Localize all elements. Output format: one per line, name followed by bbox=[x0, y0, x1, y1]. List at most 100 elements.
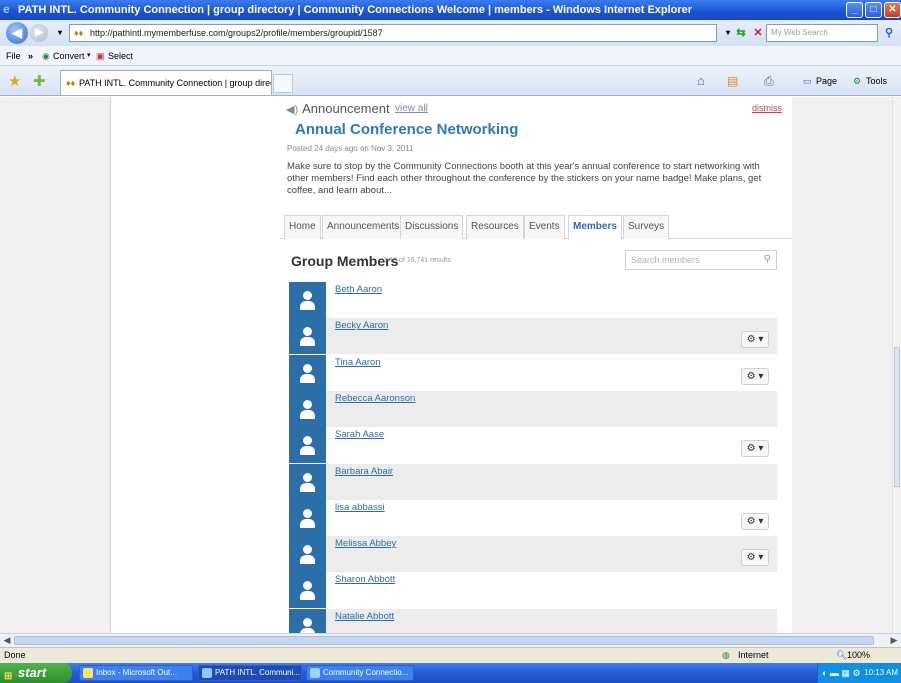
member-name-link[interactable]: Rebecca Aaronson bbox=[335, 393, 415, 404]
zoom-icon: 🔍︎ bbox=[836, 650, 848, 660]
page-menu[interactable]: Page bbox=[816, 72, 837, 90]
taskbar-item-outlook[interactable]: Inbox - Microsoft Out... bbox=[79, 665, 193, 681]
feeds-icon[interactable]: ▤ bbox=[727, 72, 738, 90]
ie-taskbar-icon bbox=[202, 668, 212, 678]
menu-file[interactable]: File bbox=[6, 46, 21, 66]
tools-icon: ⚙ bbox=[853, 76, 862, 86]
chevron-more-icon[interactable]: » bbox=[28, 46, 33, 66]
history-dropdown-icon[interactable]: ▾ bbox=[51, 24, 69, 42]
announcement-label: Announcement bbox=[302, 101, 390, 116]
avatar-head bbox=[303, 327, 312, 337]
gear-icon[interactable]: ⚙ ▾ bbox=[741, 512, 769, 530]
scroll-left-icon[interactable]: ◀ bbox=[1, 635, 13, 646]
tab-resources[interactable]: Resources bbox=[466, 215, 524, 239]
member-name-link[interactable]: Barbara Abair bbox=[335, 466, 393, 477]
dismiss-link[interactable]: dismiss bbox=[752, 103, 782, 113]
announcement-body: Make sure to stop by the Community Conne… bbox=[287, 161, 762, 196]
outlook-icon bbox=[83, 668, 93, 678]
tab-discussions[interactable]: Discussions bbox=[400, 215, 464, 239]
main-content: ◀) Announcement view all dismiss Annual C… bbox=[280, 97, 792, 633]
add-favorites-icon[interactable]: ✚ bbox=[33, 72, 46, 90]
search-icon[interactable]: ⚲ bbox=[764, 251, 771, 269]
tools-menu[interactable]: Tools bbox=[866, 72, 887, 90]
select-menu[interactable]: Select bbox=[108, 46, 133, 66]
convert-menu[interactable]: Convert bbox=[53, 46, 85, 66]
gear-icon[interactable]: ⚙ ▾ bbox=[741, 440, 769, 458]
window-controls: _ □ ✕ bbox=[846, 2, 901, 18]
vertical-scrollbar[interactable] bbox=[892, 97, 901, 633]
avatar[interactable] bbox=[289, 390, 326, 427]
horizontal-scroll-thumb[interactable] bbox=[14, 636, 874, 645]
maximize-button[interactable]: □ bbox=[865, 2, 882, 18]
taskbar-item-label: Inbox - Microsoft Out... bbox=[96, 668, 177, 677]
tab-announcements[interactable]: Announcements bbox=[322, 215, 405, 239]
refresh-icon[interactable]: ⇆ bbox=[732, 24, 750, 42]
home-icon[interactable]: ⌂ bbox=[697, 72, 705, 90]
speaker-icon: ◀) bbox=[286, 104, 299, 116]
page-right-margin bbox=[805, 97, 901, 633]
horizontal-scrollbar[interactable]: ◀ ▶ bbox=[0, 633, 901, 647]
favorites-star-icon[interactable]: ★ bbox=[8, 72, 21, 90]
page-icon: ▭ bbox=[803, 76, 812, 86]
zoom-level[interactable]: 100% bbox=[847, 648, 870, 663]
member-search-input[interactable]: Search members ⚲ bbox=[625, 250, 777, 270]
gear-icon[interactable]: ⚙ ▾ bbox=[741, 367, 769, 385]
browser-tab-active[interactable]: ♦♦ PATH INTL. Community Connection | gro… bbox=[60, 70, 272, 95]
avatar[interactable] bbox=[289, 318, 326, 355]
minimize-button[interactable]: _ bbox=[846, 2, 863, 18]
member-name-link[interactable]: lisa abbassi bbox=[335, 502, 385, 513]
start-button[interactable]: ⊞ start bbox=[0, 663, 72, 683]
print-icon[interactable]: ⎙ bbox=[764, 72, 774, 90]
stop-icon[interactable]: ✕ bbox=[749, 24, 767, 42]
list-item: Melissa Abbey ⚙ ▾ bbox=[289, 536, 777, 573]
tab-surveys[interactable]: Surveys bbox=[623, 215, 670, 239]
member-name-link[interactable]: Sarah Aase bbox=[335, 429, 384, 440]
gear-icon[interactable]: ⚙ ▾ bbox=[741, 331, 769, 349]
view-all-link[interactable]: view all bbox=[395, 103, 428, 114]
avatar[interactable] bbox=[289, 536, 326, 573]
web-search-input[interactable]: My Web Search bbox=[766, 24, 878, 42]
avatar[interactable] bbox=[289, 427, 326, 464]
results-count: 1-10 of 16,741 results bbox=[383, 257, 451, 264]
avatar-body bbox=[300, 518, 315, 528]
member-name-link[interactable]: Becky Aaron bbox=[335, 320, 388, 331]
back-button[interactable]: ◀ bbox=[6, 22, 28, 44]
avatar[interactable] bbox=[289, 282, 326, 318]
member-name-link[interactable]: Melissa Abbey bbox=[335, 538, 396, 549]
list-item: Rebecca Aaronson bbox=[289, 390, 777, 427]
announcement-title[interactable]: Annual Conference Networking bbox=[295, 121, 518, 138]
avatar[interactable] bbox=[289, 354, 326, 391]
page-left-margin bbox=[0, 97, 110, 633]
scroll-right-icon[interactable]: ▶ bbox=[888, 635, 900, 646]
gear-icon[interactable]: ⚙ ▾ bbox=[741, 549, 769, 567]
address-bar[interactable]: ♦♦ http://pathintl.mymemberfuse.com/grou… bbox=[69, 24, 717, 42]
avatar-head bbox=[303, 363, 312, 373]
avatar[interactable] bbox=[289, 463, 326, 500]
avatar[interactable] bbox=[289, 572, 326, 609]
new-tab-button[interactable] bbox=[273, 74, 293, 93]
tab-events[interactable]: Events bbox=[524, 215, 565, 239]
convert-dropdown-icon[interactable]: ▾ bbox=[87, 46, 91, 66]
list-item: lisa abbassi ⚙ ▾ bbox=[289, 499, 777, 536]
member-name-link[interactable]: Sharon Abbott bbox=[335, 574, 395, 585]
vertical-scroll-thumb[interactable] bbox=[894, 347, 900, 487]
tray-icons[interactable]: ◐ ▬ ▦ ⚙ bbox=[822, 663, 861, 683]
member-name-link[interactable]: Beth Aaron bbox=[335, 284, 382, 295]
avatar[interactable] bbox=[289, 608, 326, 633]
taskbar-item-ie[interactable]: PATH INTL. Communi... bbox=[198, 665, 302, 681]
avatar-body bbox=[300, 301, 315, 310]
member-name-link[interactable]: Tina Aaron bbox=[335, 357, 381, 368]
search-icon[interactable]: ⚲ bbox=[880, 24, 898, 42]
member-name-link[interactable]: Natalie Abbott bbox=[335, 611, 394, 622]
taskbar-item-community[interactable]: Community Connectio... bbox=[306, 665, 414, 681]
list-item: Natalie Abbott bbox=[289, 608, 777, 633]
security-zone: Internet bbox=[738, 650, 769, 660]
tab-members[interactable]: Members bbox=[568, 215, 622, 240]
taskbar: ⊞ start Inbox - Microsoft Out... PATH IN… bbox=[0, 663, 901, 683]
avatar[interactable] bbox=[289, 499, 326, 536]
tab-home[interactable]: Home bbox=[284, 215, 321, 239]
avatar-head bbox=[303, 291, 312, 300]
close-button[interactable]: ✕ bbox=[884, 2, 901, 18]
forward-button[interactable]: ▶ bbox=[30, 24, 48, 42]
window-icon bbox=[310, 668, 320, 678]
